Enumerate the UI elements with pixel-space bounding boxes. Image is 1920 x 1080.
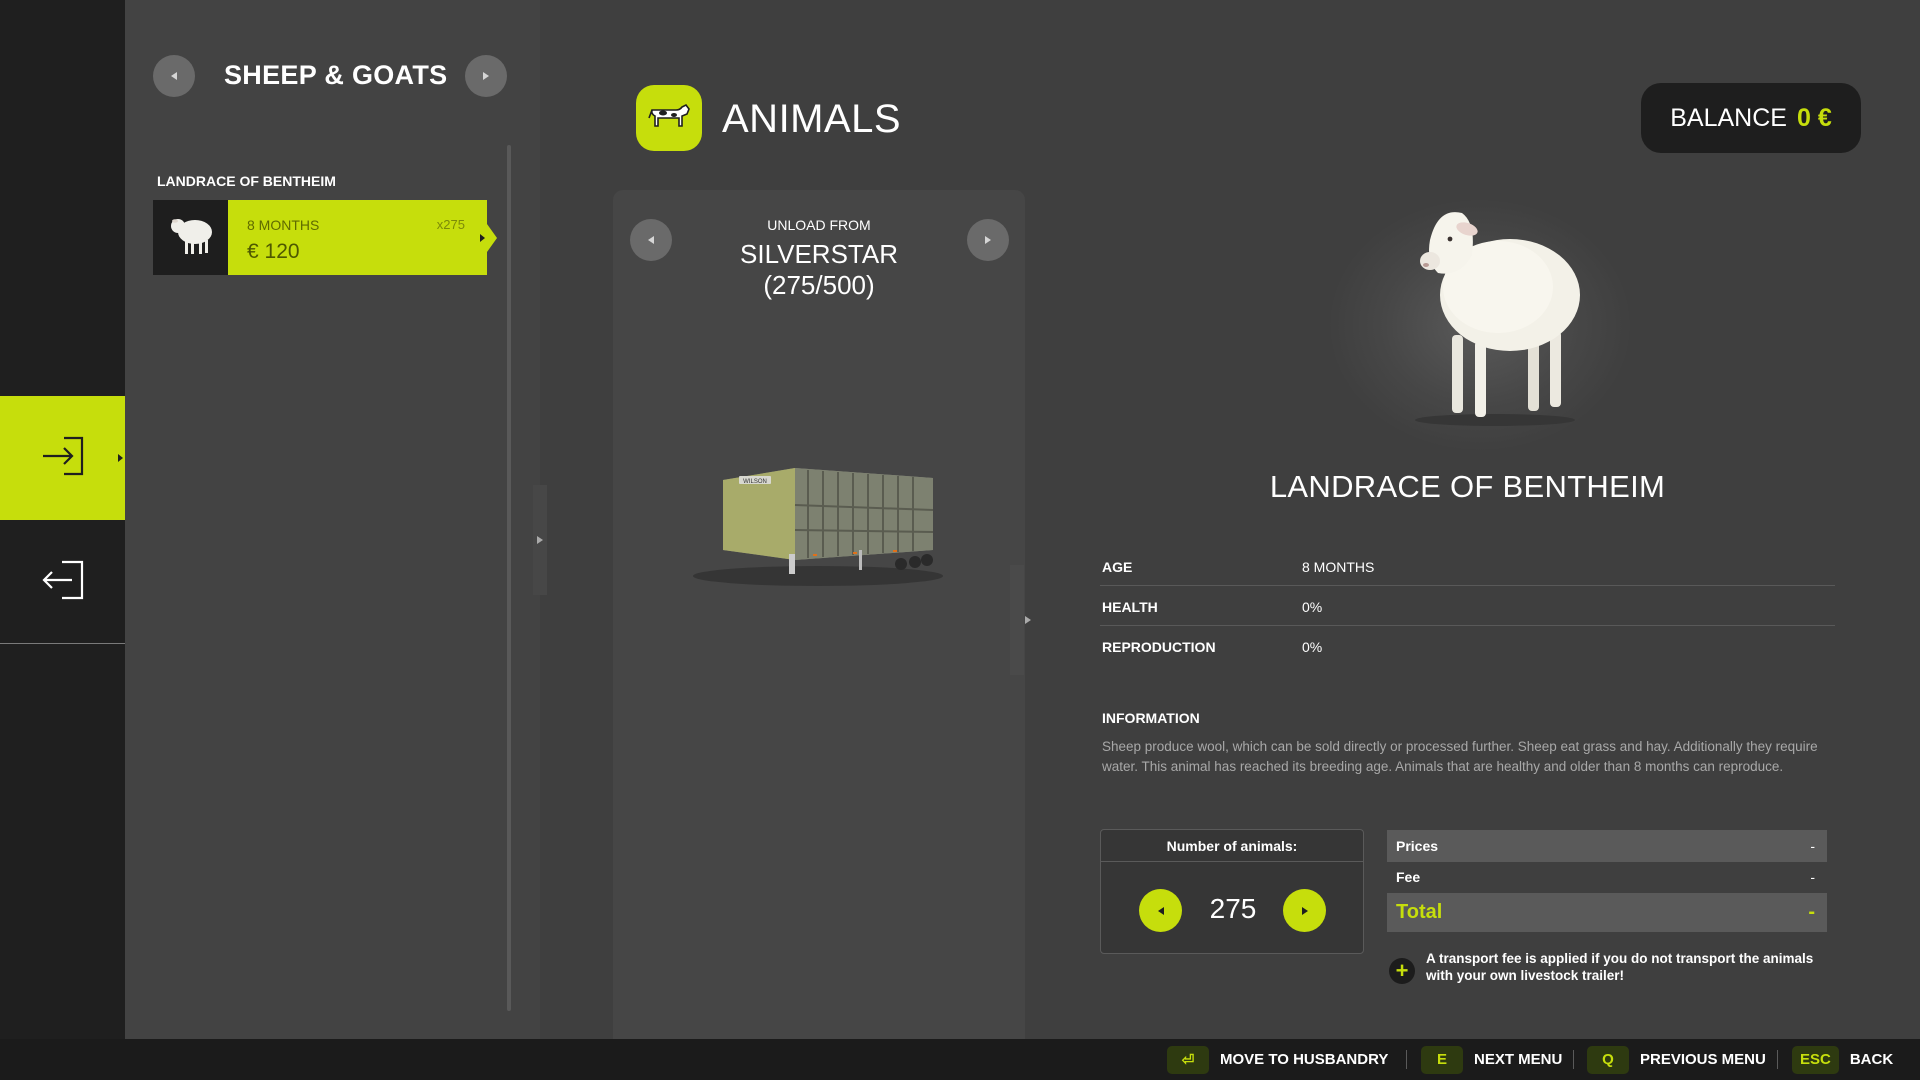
balance-display: BALANCE 0 € (1641, 83, 1861, 153)
chevron-left-icon (1157, 906, 1164, 915)
rail-item-sell[interactable] (0, 520, 125, 644)
hint-label: NEXT MENU (1474, 1051, 1563, 1068)
quantity-increase-button[interactable] (1283, 889, 1326, 932)
category-title: SHEEP & GOATS (224, 60, 448, 90)
return-key-icon: ⏎ (1167, 1045, 1209, 1074)
exit-icon (40, 559, 86, 606)
trailer-image: WILSON (683, 450, 953, 605)
trailer-capacity: (275/500) (763, 270, 875, 300)
total-label: Total (1396, 901, 1443, 923)
prices-row: Prices - (1387, 830, 1827, 862)
key-e: E (1421, 1045, 1463, 1074)
chevron-right-icon (537, 536, 543, 544)
animal-stats: AGE 8 MONTHS HEALTH 0% REPRODUCTION 0% (1100, 546, 1835, 666)
hint-label: MOVE TO HUSBANDRY (1220, 1051, 1389, 1068)
plus-icon: + (1389, 958, 1415, 984)
animal-list-scrollbar[interactable] (507, 145, 511, 1011)
stat-label: AGE (1102, 559, 1133, 575)
trailer-title: SILVERSTAR (740, 239, 898, 269)
input-hints-bar: ⏎ MOVE TO HUSBANDRY E NEXT MENU Q PREVIO… (0, 1039, 1920, 1080)
information-text: Sheep produce wool, which can be sold di… (1102, 739, 1818, 774)
chevron-right-icon (1301, 906, 1308, 915)
total-value: - (1808, 901, 1815, 923)
chevron-right-icon (1025, 616, 1031, 624)
total-row: Total - (1387, 893, 1827, 932)
fee-row: Fee - (1387, 862, 1827, 892)
information-heading: INFORMATION (1102, 710, 1200, 726)
animal-thumbnail (153, 200, 228, 275)
animal-price: € 120 (247, 240, 300, 263)
animals-screen: SHEEP & GOATS LANDRACE OF BENTHEIM 8 MON… (0, 0, 1920, 1080)
animal-info: 8 MONTHS x275 € 120 (228, 200, 497, 275)
enter-icon (40, 435, 86, 482)
balance-value: 0 € (1796, 103, 1832, 132)
chevron-right-icon (483, 72, 489, 80)
animal-age: 8 MONTHS (247, 217, 320, 233)
sheep-icon (165, 212, 217, 263)
animal-list-item[interactable]: 8 MONTHS x275 € 120 (153, 200, 497, 275)
sheep-image (1360, 195, 1610, 440)
category-panel: SHEEP & GOATS LANDRACE OF BENTHEIM 8 MON… (125, 0, 540, 1039)
breed-name: LANDRACE OF BENTHEIM (1269, 469, 1666, 504)
stat-row-age: AGE 8 MONTHS (1100, 546, 1835, 586)
stat-row-reproduction: REPRODUCTION 0% (1100, 626, 1835, 666)
animal-count: x275 (436, 217, 465, 232)
left-rail (0, 0, 137, 1039)
hint-previous-menu[interactable]: Q PREVIOUS MENU (1587, 1039, 1766, 1080)
rail-item-buy[interactable] (0, 396, 137, 520)
chevron-right-icon (985, 236, 991, 244)
breed-group-label: LANDRACE OF BENTHEIM (157, 173, 336, 189)
hint-back[interactable]: ESC BACK (1792, 1039, 1893, 1080)
rail-divider (0, 643, 125, 644)
stat-row-health: HEALTH 0% (1100, 586, 1835, 626)
unload-label: UNLOAD FROM (767, 217, 871, 233)
quantity-value[interactable]: 275 (1173, 893, 1293, 925)
animals-header-icon (636, 85, 702, 151)
prices-value: - (1810, 838, 1815, 854)
trailer-name: SILVERSTAR (275/500) (613, 239, 1025, 301)
cow-icon (646, 98, 692, 139)
stat-label: HEALTH (1102, 599, 1158, 615)
stat-value: 0% (1302, 639, 1323, 655)
trailer-next-button[interactable] (967, 219, 1009, 261)
fee-value: - (1810, 869, 1815, 885)
hint-label: BACK (1849, 1051, 1894, 1068)
key-esc: ESC (1792, 1045, 1839, 1074)
key-q: Q (1587, 1045, 1629, 1074)
stat-value: 8 MONTHS (1302, 559, 1375, 575)
hint-next-menu[interactable]: E NEXT MENU (1421, 1039, 1562, 1080)
prices-label: Prices (1396, 838, 1439, 854)
fee-label: Fee (1396, 869, 1421, 885)
trailer-panel: UNLOAD FROM SILVERSTAR (275/500) WILSON (613, 190, 1025, 1039)
stat-value: 0% (1302, 599, 1323, 615)
quantity-label: Number of animals: (1101, 830, 1363, 862)
detail-expand-handle[interactable] (1010, 565, 1031, 675)
hint-label: PREVIOUS MENU (1640, 1051, 1766, 1068)
page-title: ANIMALS (722, 97, 902, 141)
panel-expand-handle[interactable] (533, 485, 547, 595)
hint-move-to-husbandry[interactable]: ⏎ MOVE TO HUSBANDRY (1167, 1039, 1388, 1080)
transport-fee-note: A transport fee is applied if you do not… (1426, 951, 1814, 983)
stat-label: REPRODUCTION (1102, 639, 1216, 655)
trailer-brand-plate: WILSON (743, 479, 767, 485)
chevron-left-icon (171, 72, 177, 80)
category-prev-button[interactable] (153, 55, 195, 97)
balance-label: BALANCE (1670, 103, 1787, 132)
category-next-button[interactable] (465, 55, 507, 97)
quantity-stepper: Number of animals: 275 (1100, 829, 1364, 954)
